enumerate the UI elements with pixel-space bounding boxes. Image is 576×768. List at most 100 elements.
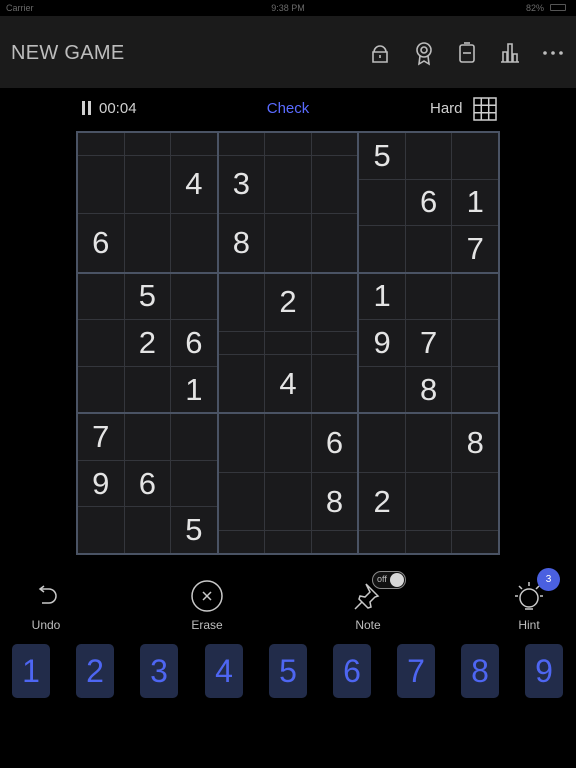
sudoku-cell[interactable] [265,332,311,354]
number-key-2[interactable]: 2 [76,644,114,698]
sudoku-cell[interactable] [452,133,498,179]
sudoku-cell[interactable] [359,226,405,272]
sudoku-cell[interactable] [78,133,124,155]
sudoku-cell[interactable] [359,179,405,226]
sudoku-cell[interactable] [311,155,358,214]
cloud-lock-icon[interactable] [368,40,392,66]
sudoku-cell[interactable]: 9 [359,320,405,366]
more-icon[interactable] [541,40,565,66]
sudoku-cell[interactable]: 4 [265,354,311,413]
sudoku-cell[interactable] [452,273,498,320]
grid-icon[interactable] [473,97,497,121]
sudoku-cell[interactable] [171,133,217,155]
sudoku-cell[interactable] [265,155,311,214]
sudoku-cell[interactable] [311,332,358,354]
sudoku-cell[interactable]: 8 [218,214,265,272]
award-icon[interactable] [412,40,436,66]
sudoku-cell[interactable]: 8 [311,472,358,531]
number-key-9[interactable]: 9 [525,644,563,698]
number-key-1[interactable]: 1 [12,644,50,698]
sudoku-cell[interactable]: 6 [124,460,171,507]
sudoku-cell[interactable] [171,414,217,460]
sudoku-cell[interactable] [452,366,498,413]
check-button[interactable]: Check [267,100,310,117]
number-key-8[interactable]: 8 [461,644,499,698]
sudoku-cell[interactable] [171,214,217,272]
sudoku-cell[interactable]: 7 [78,414,124,460]
sudoku-cell[interactable] [311,531,358,553]
sudoku-cell[interactable]: 4 [171,155,217,214]
sudoku-cell[interactable]: 5 [359,133,405,179]
sudoku-cell[interactable] [78,507,124,553]
sudoku-cell[interactable] [124,155,171,214]
sudoku-cell[interactable] [171,460,217,507]
sudoku-cell[interactable] [218,133,265,155]
number-key-6[interactable]: 6 [333,644,371,698]
sudoku-cell[interactable]: 3 [218,155,265,214]
sudoku-cell[interactable] [218,354,265,413]
sudoku-cell[interactable] [311,273,358,332]
sudoku-cell[interactable]: 6 [171,320,217,366]
sudoku-cell[interactable]: 9 [78,460,124,507]
sudoku-cell[interactable]: 5 [124,273,171,320]
sudoku-cell[interactable] [265,414,311,472]
sudoku-cell[interactable] [218,472,265,531]
stats-icon[interactable] [498,40,522,66]
sudoku-cell[interactable] [405,226,452,272]
sudoku-cell[interactable] [452,531,498,553]
note-toggle[interactable]: off [372,571,406,589]
number-key-5[interactable]: 5 [269,644,307,698]
sudoku-cell[interactable] [124,414,171,460]
sudoku-cell[interactable] [218,531,265,553]
sudoku-cell[interactable]: 6 [311,414,358,472]
number-key-4[interactable]: 4 [205,644,243,698]
number-key-3[interactable]: 3 [140,644,178,698]
sudoku-cell[interactable]: 1 [171,366,217,413]
sudoku-cell[interactable]: 6 [405,179,452,226]
sudoku-cell[interactable]: 2 [359,472,405,531]
sudoku-cell[interactable] [265,133,311,155]
sudoku-cell[interactable] [124,133,171,155]
sudoku-cell[interactable] [265,531,311,553]
sudoku-cell[interactable]: 2 [265,273,311,332]
sudoku-cell[interactable] [78,273,124,320]
sudoku-cell[interactable] [452,472,498,531]
sudoku-cell[interactable] [171,273,217,320]
sudoku-cell[interactable] [405,414,452,472]
sudoku-cell[interactable] [452,320,498,366]
erase-button[interactable]: Erase [162,576,252,632]
sudoku-cell[interactable]: 7 [405,320,452,366]
sudoku-cell[interactable] [359,531,405,553]
note-button[interactable]: off Note [323,571,413,632]
sudoku-cell[interactable] [405,472,452,531]
sudoku-cell[interactable]: 8 [405,366,452,413]
sudoku-cell[interactable]: 8 [452,414,498,472]
sudoku-cell[interactable] [124,507,171,553]
sudoku-cell[interactable] [265,472,311,531]
sudoku-cell[interactable] [218,273,265,332]
new-game-button[interactable]: NEW GAME [11,42,125,65]
undo-button[interactable]: Undo [1,576,91,632]
sudoku-cell[interactable]: 6 [78,214,124,272]
sudoku-cell[interactable] [78,155,124,214]
battery-icon[interactable] [455,40,479,66]
sudoku-cell[interactable] [311,214,358,272]
sudoku-cell[interactable] [78,366,124,413]
sudoku-cell[interactable] [124,214,171,272]
sudoku-cell[interactable] [405,531,452,553]
sudoku-cell[interactable] [311,354,358,413]
sudoku-cell[interactable] [218,414,265,472]
sudoku-cell[interactable] [78,320,124,366]
sudoku-cell[interactable] [265,214,311,272]
hint-button[interactable]: 3 Hint [484,568,574,632]
sudoku-cell[interactable]: 5 [171,507,217,553]
sudoku-cell[interactable]: 1 [359,273,405,320]
sudoku-cell[interactable]: 2 [124,320,171,366]
sudoku-cell[interactable]: 7 [452,226,498,272]
sudoku-cell[interactable]: 1 [452,179,498,226]
sudoku-cell[interactable] [218,332,265,354]
sudoku-cell[interactable] [405,273,452,320]
number-key-7[interactable]: 7 [397,644,435,698]
sudoku-cell[interactable] [359,414,405,472]
sudoku-cell[interactable] [124,366,171,413]
